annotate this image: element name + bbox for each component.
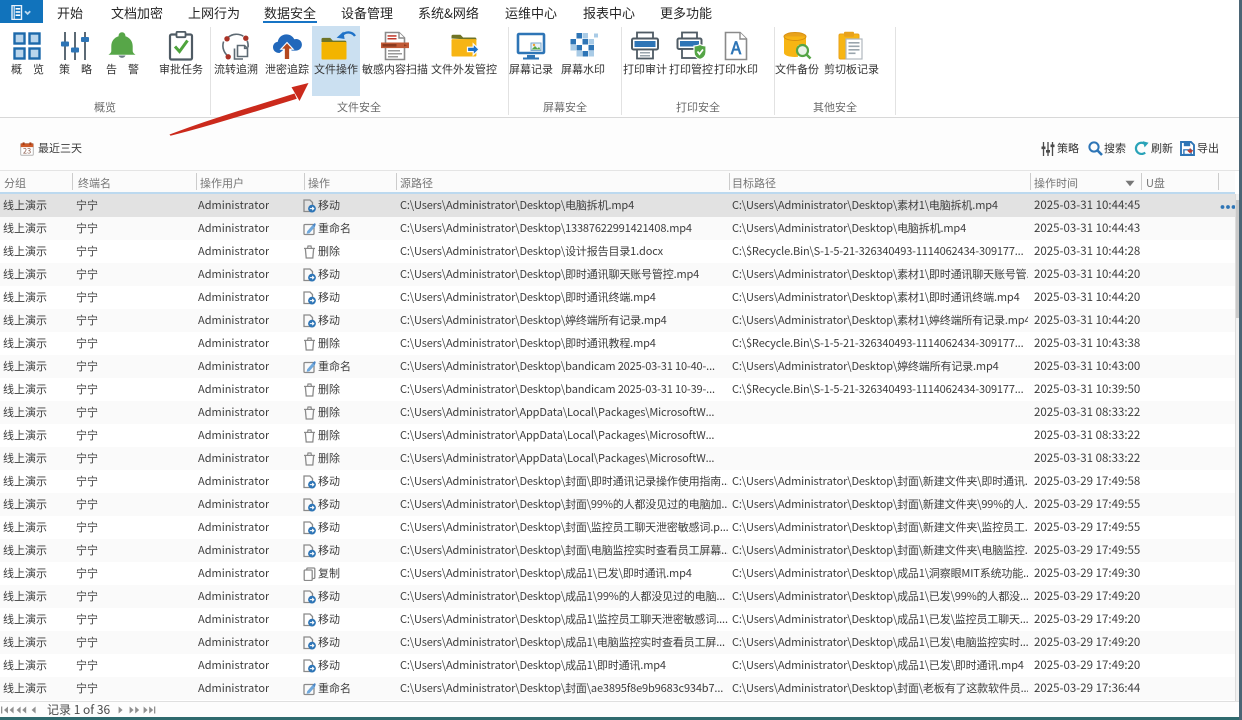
svg-text:A: A (730, 34, 742, 59)
svg-text:23: 23 (23, 146, 31, 156)
